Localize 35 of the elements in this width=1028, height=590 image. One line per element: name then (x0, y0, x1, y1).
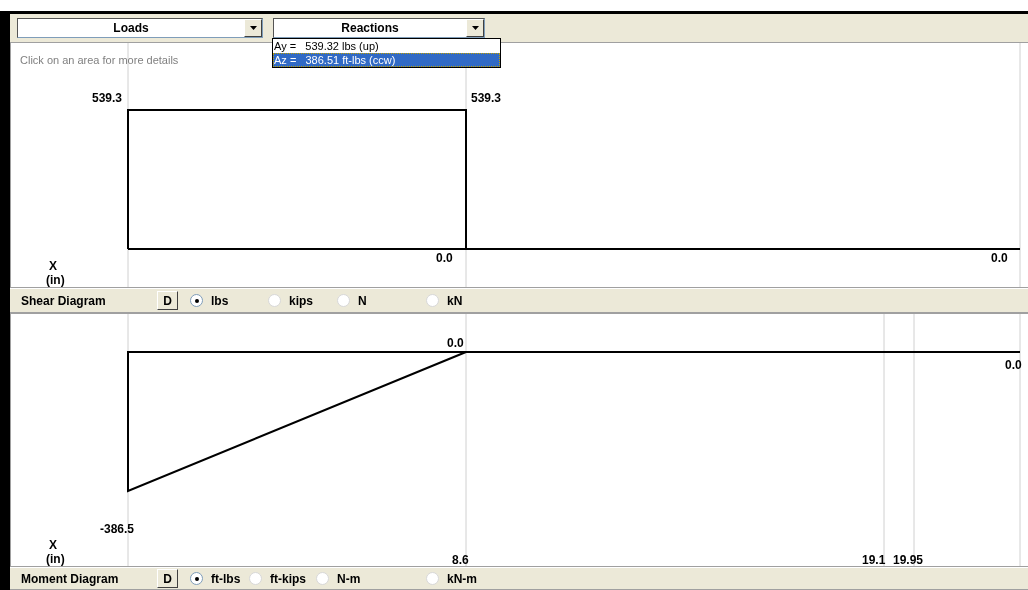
list-item[interactable]: Az = 386.51 ft-lbs (ccw) (273, 53, 500, 67)
caret-icon (249, 26, 257, 30)
d-button[interactable]: D (157, 291, 178, 310)
dropdown-button[interactable] (244, 19, 262, 37)
unit-radio[interactable]: kN (426, 293, 486, 308)
hint-text: Click on an area for more details (20, 54, 179, 66)
unit-radio[interactable]: kips (268, 293, 337, 308)
value-label: 19.1 (862, 553, 886, 566)
axis-label: X (49, 259, 57, 273)
radio-icon[interactable] (190, 572, 203, 585)
unit-radio[interactable]: ft-lbs (190, 571, 249, 586)
unit-radio[interactable]: kN-m (426, 571, 496, 586)
axis-label: X (49, 538, 57, 552)
value-label: 0.0 (436, 251, 453, 265)
value-label: 0.0 (1005, 358, 1022, 372)
diagram-title: Moment Diagram (21, 571, 120, 586)
unit-radio[interactable]: ft-kips (249, 571, 316, 586)
unit-radio[interactable]: N (337, 293, 426, 308)
value-label: 19.95 (893, 553, 924, 566)
value-label: 0.0 (991, 251, 1008, 265)
value-label: 539.3 (92, 91, 123, 105)
radio-icon[interactable] (190, 294, 203, 307)
value-label: 0.0 (447, 336, 464, 350)
unit-radio[interactable]: lbs (190, 293, 268, 308)
diagram-title: Shear Diagram (21, 293, 107, 308)
d-button[interactable]: D (157, 569, 178, 588)
unit-radio[interactable]: N-m (316, 571, 426, 586)
value-label: 539.3 (471, 91, 502, 105)
value-label: -386.5 (100, 522, 135, 536)
unit-label: (in) (46, 273, 65, 287)
dropdown[interactable]: Loads (17, 18, 263, 38)
caret-icon (471, 26, 479, 30)
unit-label: (in) (46, 552, 65, 566)
dropdown-button[interactable] (466, 19, 484, 37)
value-label: 8.6 (452, 553, 469, 566)
